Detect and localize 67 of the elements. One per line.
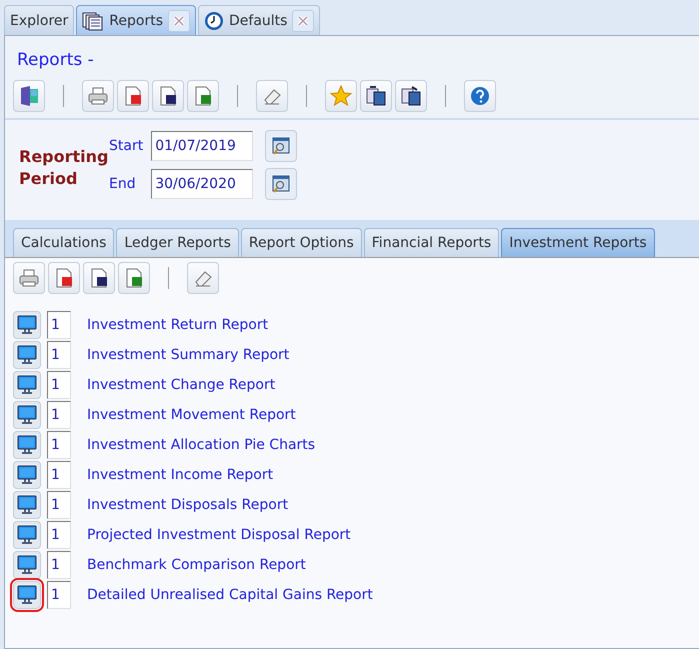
copies-field[interactable]: 1 — [47, 461, 71, 489]
tab-label: Explorer — [10, 12, 68, 28]
document-tab[interactable]: Explorer — [4, 5, 74, 35]
excel-document-icon[interactable] — [187, 80, 219, 112]
field-label: Start — [109, 138, 144, 154]
copies-field[interactable]: 1 — [47, 521, 71, 549]
clock-icon — [204, 10, 224, 30]
report-link[interactable]: Detailed Unrealised Capital Gains Report — [87, 587, 373, 603]
report-tab[interactable]: Ledger Reports — [116, 228, 239, 257]
preview-monitor-icon[interactable] — [13, 461, 41, 489]
preview-monitor-icon[interactable] — [13, 551, 41, 579]
section-heading: Reporting Period — [19, 146, 105, 190]
reports-icon — [82, 10, 104, 30]
copies-field[interactable]: 1 — [47, 401, 71, 429]
copies-field[interactable]: 1 — [47, 371, 71, 399]
copies-field[interactable]: 1 — [47, 581, 71, 609]
calendar-icon[interactable] — [265, 130, 298, 162]
preview-monitor-icon[interactable] — [13, 521, 41, 549]
printer-icon[interactable] — [13, 262, 45, 294]
report-link[interactable]: Projected Investment Disposal Report — [87, 527, 351, 543]
tab-label: Reports — [109, 12, 163, 28]
report-link[interactable]: Investment Summary Report — [87, 347, 290, 363]
report-link[interactable]: Investment Movement Report — [87, 407, 296, 423]
pdf-document-icon[interactable] — [117, 80, 149, 112]
preview-monitor-icon[interactable] — [13, 371, 41, 399]
paste-icon[interactable] — [395, 80, 427, 112]
eraser-icon[interactable] — [187, 262, 219, 294]
date-field[interactable]: 30/06/2020 — [151, 169, 254, 199]
document-tab[interactable]: Defaults — [198, 5, 320, 35]
preview-monitor-icon[interactable] — [13, 431, 41, 459]
pdf-document-icon[interactable] — [48, 262, 80, 294]
copies-field[interactable]: 1 — [47, 341, 71, 369]
close-icon[interactable] — [292, 10, 314, 32]
document-tab[interactable]: Reports — [76, 5, 196, 35]
copies-field[interactable]: 1 — [47, 311, 71, 339]
copies-field[interactable]: 1 — [47, 491, 71, 519]
report-link[interactable]: Investment Disposals Report — [87, 497, 288, 513]
excel-document-icon[interactable] — [118, 262, 150, 294]
field-label: End — [109, 176, 137, 192]
report-tab[interactable]: Investment Reports — [501, 228, 655, 257]
tab-label: Defaults — [229, 12, 288, 28]
preview-monitor-icon[interactable] — [13, 341, 41, 369]
preview-monitor-icon[interactable] — [13, 491, 41, 519]
preview-monitor-icon[interactable] — [13, 311, 41, 339]
report-link[interactable]: Investment Return Report — [87, 317, 268, 333]
report-link[interactable]: Investment Change Report — [87, 377, 276, 393]
preview-monitor-icon[interactable] — [13, 401, 41, 429]
report-link[interactable]: Investment Allocation Pie Charts — [87, 437, 316, 453]
preview-monitor-icon[interactable] — [13, 581, 41, 609]
calendar-icon[interactable] — [265, 168, 298, 200]
word-document-icon[interactable] — [152, 80, 184, 112]
word-document-icon[interactable] — [83, 262, 115, 294]
copy-icon[interactable] — [360, 80, 392, 112]
copies-field[interactable]: 1 — [47, 551, 71, 579]
report-tab[interactable]: Calculations — [13, 228, 114, 257]
close-icon[interactable] — [168, 10, 190, 32]
help-icon[interactable] — [464, 80, 496, 112]
copies-field[interactable]: 1 — [47, 431, 71, 459]
printer-icon[interactable] — [82, 80, 114, 112]
page-title: Reports - — [16, 49, 95, 72]
eraser-icon[interactable] — [256, 80, 288, 112]
date-field[interactable]: 01/07/2019 — [151, 131, 254, 161]
report-link[interactable]: Investment Income Report — [87, 467, 274, 483]
report-tab[interactable]: Financial Reports — [364, 228, 500, 257]
exit-icon[interactable] — [13, 80, 45, 112]
report-tab[interactable]: Report Options — [240, 228, 362, 257]
report-link[interactable]: Benchmark Comparison Report — [87, 557, 306, 573]
